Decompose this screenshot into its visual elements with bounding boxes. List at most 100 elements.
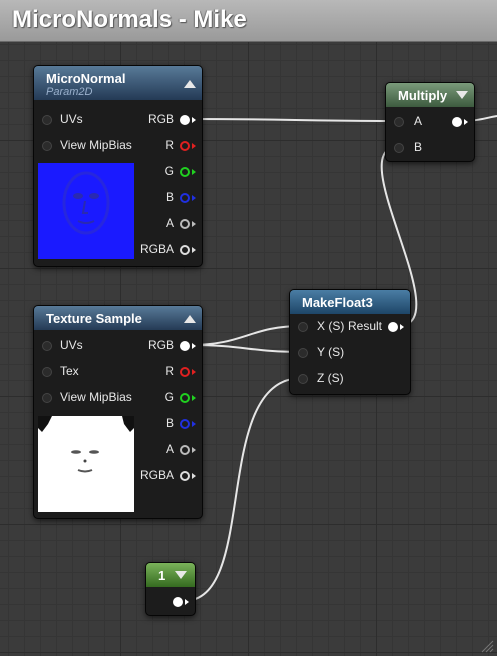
texture-output-r[interactable]: R (142, 363, 202, 381)
input-pin-icon[interactable] (298, 322, 308, 332)
micronormal-output-b[interactable]: B (142, 189, 202, 207)
input-pin-icon[interactable] (42, 141, 52, 151)
pin-arrow-icon (192, 421, 196, 427)
input-pin-icon[interactable] (298, 348, 308, 358)
pin-arrow-icon (400, 324, 404, 330)
pin-label: UVs (60, 338, 83, 352)
texture-input-uvs[interactable]: UVs (34, 337, 124, 355)
node-multiply-header[interactable]: Multiply (386, 83, 474, 107)
node-texture-sample-header[interactable]: Texture Sample (34, 306, 202, 330)
output-pin-result-icon[interactable] (388, 322, 398, 332)
makefloat3-input-y[interactable]: Y (S) (290, 344, 350, 362)
pin-label: R (165, 364, 174, 378)
pin-arrow-icon (464, 119, 468, 125)
pin-label: B (414, 140, 423, 154)
micronormal-output-g[interactable]: G (142, 163, 202, 181)
micronormal-input-uvs[interactable]: UVs (34, 111, 124, 129)
input-pin-icon[interactable] (394, 143, 404, 153)
output-pin-r-icon[interactable] (180, 367, 190, 377)
pin-label: G (164, 390, 174, 404)
node-multiply[interactable]: Multiply A B (385, 82, 475, 162)
micronormal-texture-preview (38, 163, 134, 259)
expand-triangle-down-icon[interactable] (456, 91, 468, 99)
makefloat3-input-x[interactable]: X (S) (290, 318, 350, 336)
micronormal-output-rgb[interactable]: RGB (142, 111, 202, 129)
texture-output-rgba[interactable]: RGBA (132, 467, 202, 485)
pin-arrow-icon (192, 395, 196, 401)
pin-label: Z (S) (317, 371, 344, 385)
pin-label: X (S) (317, 319, 345, 333)
input-pin-icon[interactable] (298, 374, 308, 384)
output-pin-b-icon[interactable] (180, 419, 190, 429)
node-multiply-title: Multiply (398, 88, 448, 103)
output-pin-g-icon[interactable] (180, 167, 190, 177)
micronormal-output-a[interactable]: A (142, 215, 202, 233)
output-pin-g-icon[interactable] (180, 393, 190, 403)
texture-output-a[interactable]: A (142, 441, 202, 459)
node-constant-header[interactable]: 1 (146, 563, 195, 587)
node-makefloat3-header[interactable]: MakeFloat3 (290, 290, 410, 314)
wire-texture-rgb-to-makefloat3-x[interactable] (189, 325, 303, 346)
micronormal-output-r[interactable]: R (142, 137, 202, 155)
input-pin-icon[interactable] (42, 341, 52, 351)
pin-label: G (164, 164, 174, 178)
pin-label: View MipBias (60, 138, 132, 152)
pin-label: Tex (60, 364, 79, 378)
input-pin-icon[interactable] (42, 115, 52, 125)
multiply-input-a[interactable]: A (386, 113, 436, 131)
constant-output[interactable] (165, 593, 195, 611)
pin-arrow-icon (192, 169, 196, 175)
input-pin-icon[interactable] (42, 367, 52, 377)
multiply-input-b[interactable]: B (386, 139, 436, 157)
node-constant-value: 1 (158, 568, 166, 583)
output-pin-rgba-icon[interactable] (180, 471, 190, 481)
pin-arrow-icon (192, 143, 196, 149)
wire-micronormal-rgb-to-multiply-a[interactable] (189, 118, 399, 122)
output-pin-r-icon[interactable] (180, 141, 190, 151)
output-pin-a-icon[interactable] (180, 445, 190, 455)
output-pin-rgb-icon[interactable] (180, 341, 190, 351)
output-pin-a-icon[interactable] (180, 219, 190, 229)
pin-label: RGBA (139, 242, 174, 256)
pin-arrow-icon (192, 369, 196, 375)
texture-input-viewmipbias[interactable]: View MipBias (34, 389, 144, 407)
micronormal-input-viewmipbias[interactable]: View MipBias (34, 137, 144, 155)
pin-label: View MipBias (60, 390, 132, 404)
pin-label: A (414, 114, 423, 128)
wire-texture-rgb-to-makefloat3-y[interactable] (189, 344, 303, 353)
texture-output-rgb[interactable]: RGB (142, 337, 202, 355)
input-pin-icon[interactable] (42, 393, 52, 403)
resize-grip-icon[interactable] (480, 639, 494, 653)
pin-arrow-icon (192, 473, 196, 479)
pin-arrow-icon (192, 221, 196, 227)
pin-label: RGBA (139, 468, 174, 482)
texture-output-g[interactable]: G (142, 389, 202, 407)
pin-arrow-icon (192, 343, 196, 349)
makefloat3-input-z[interactable]: Z (S) (290, 370, 350, 388)
collapse-triangle-up-icon[interactable] (184, 80, 196, 88)
node-micronormal[interactable]: MicroNormal Param2D UVs View MipBias RGB… (33, 65, 203, 267)
multiply-output[interactable] (444, 113, 474, 131)
output-pin-icon[interactable] (452, 117, 462, 127)
pin-arrow-icon (185, 599, 189, 605)
node-texture-sample[interactable]: Texture Sample UVs Tex View MipBias RGB … (33, 305, 203, 519)
output-pin-rgb-icon[interactable] (180, 115, 190, 125)
node-constant[interactable]: 1 (145, 562, 196, 616)
node-makefloat3[interactable]: MakeFloat3 X (S) Y (S) Z (S) Result (289, 289, 411, 395)
texture-input-tex[interactable]: Tex (34, 363, 124, 381)
output-pin-rgba-icon[interactable] (180, 245, 190, 255)
expand-triangle-down-icon[interactable] (175, 571, 187, 579)
makefloat3-output-result[interactable]: Result (348, 318, 410, 336)
pin-label: RGB (147, 112, 174, 126)
texture-output-b[interactable]: B (142, 415, 202, 433)
node-micronormal-header[interactable]: MicroNormal Param2D (34, 66, 202, 100)
node-texture-sample-title: Texture Sample (46, 311, 142, 326)
collapse-triangle-up-icon[interactable] (184, 315, 196, 323)
micronormal-output-rgba[interactable]: RGBA (132, 241, 202, 259)
pin-arrow-icon (192, 447, 196, 453)
output-pin-b-icon[interactable] (180, 193, 190, 203)
output-pin-icon[interactable] (173, 597, 183, 607)
pin-label: Y (S) (317, 345, 345, 359)
node-micronormal-subtitle: Param2D (46, 86, 93, 98)
input-pin-icon[interactable] (394, 117, 404, 127)
